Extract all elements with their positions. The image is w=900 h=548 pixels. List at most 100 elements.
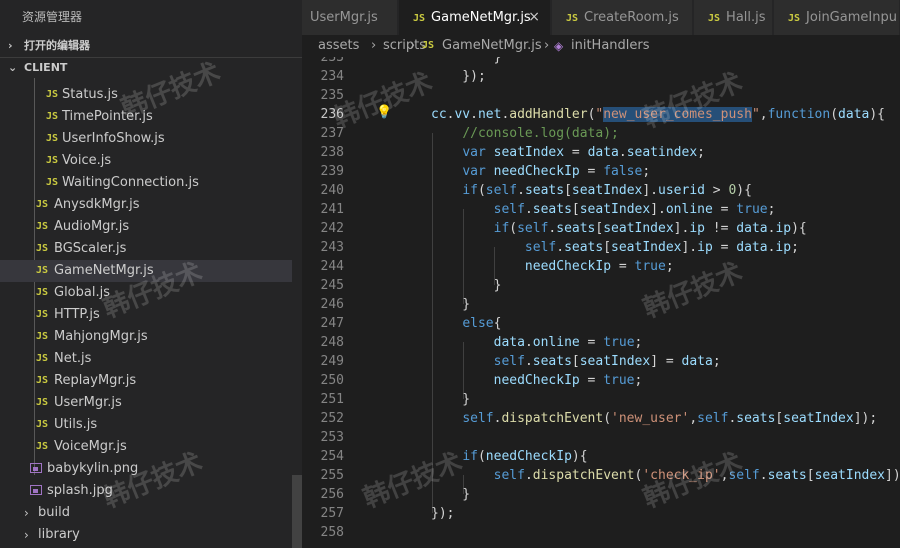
file-name: BGScaler.js (54, 241, 127, 256)
file-name: GameNetMgr.js (54, 263, 154, 278)
method-cube-icon: ◈ (554, 39, 564, 53)
file-name: Net.js (54, 351, 92, 366)
js-file-icon: JS (46, 155, 59, 166)
explorer-title: 资源管理器 (22, 10, 83, 24)
code-line[interactable]: //console.log(data); (431, 124, 619, 143)
explorer-sidebar: 资源管理器 › 打开的编辑器 ⌄ CLIENT JS Status.js JS Tim… (0, 0, 302, 548)
js-file-icon: JS (413, 13, 426, 24)
chevron-down-icon: ⌄ (8, 61, 18, 74)
sidebar-item-anysdkmgr-js[interactable]: JS AnysdkMgr.js (0, 194, 292, 216)
project-label: CLIENT (24, 61, 68, 74)
sidebar-item-build[interactable]: › build (0, 502, 292, 524)
sidebar-item-audiomgr-js[interactable]: JS AudioMgr.js (0, 216, 292, 238)
sidebar-item-voice-js[interactable]: JS Voice.js (0, 150, 292, 172)
js-file-icon: JS (36, 397, 49, 408)
code-line[interactable]: self.seats[seatIndex].ip = data.ip; (431, 238, 799, 257)
code-line[interactable]: } (431, 390, 470, 409)
code-line[interactable]: }); (431, 504, 454, 523)
breadcrumb-assets[interactable]: assets (318, 35, 359, 57)
code-area[interactable]: } }); cc.vv.net.addHandler("new_user_come… (302, 57, 900, 548)
sidebar-item-timepointer-js[interactable]: JS TimePointer.js (0, 106, 292, 128)
sidebar-item-replaymgr-js[interactable]: JS ReplayMgr.js (0, 370, 292, 392)
file-name: ReplayMgr.js (54, 373, 137, 388)
js-file-icon: JS (36, 221, 49, 232)
file-name: MahjongMgr.js (54, 329, 148, 344)
code-line[interactable]: cc.vv.net.addHandler("new_user_comes_pus… (431, 105, 885, 124)
chevron-right-icon: › (24, 528, 29, 542)
js-file-icon: JS (36, 243, 49, 254)
tab-hall-js[interactable]: JS Hall.js (694, 0, 773, 35)
code-line[interactable]: data.online = true; (431, 333, 643, 352)
open-editors-section[interactable]: › 打开的编辑器 (0, 35, 302, 57)
sidebar-item-gamenetmgr-js[interactable]: JS GameNetMgr.js (0, 260, 292, 282)
sidebar-item-net-js[interactable]: JS Net.js (0, 348, 292, 370)
js-file-icon: JS (46, 177, 59, 188)
file-name: library (38, 527, 80, 542)
code-line[interactable]: var seatIndex = data.seatindex; (431, 143, 705, 162)
code-line[interactable]: self.dispatchEvent('check_ip',self.seats… (431, 466, 900, 485)
code-line[interactable]: } (431, 485, 470, 504)
code-line[interactable]: if(self.seats[seatIndex].userid > 0){ (431, 181, 752, 200)
code-line[interactable]: needCheckIp = true; (431, 257, 674, 276)
sidebar-item-waitingconnection-js[interactable]: JS WaitingConnection.js (0, 172, 292, 194)
tab-label: CreateRoom.js (584, 10, 679, 25)
breadcrumb-file[interactable]: GameNetMgr.js (442, 35, 542, 57)
code-line[interactable]: needCheckIp = true; (431, 371, 643, 390)
sidebar-item-library[interactable]: › library (0, 524, 292, 546)
sidebar-item-http-js[interactable]: JS HTTP.js (0, 304, 292, 326)
code-line[interactable]: self.seats[seatIndex] = data; (431, 352, 721, 371)
file-name: splash.jpg (47, 483, 113, 498)
code-line[interactable]: if(needCheckIp){ (431, 447, 587, 466)
code-line[interactable]: if(self.seats[seatIndex].ip != data.ip){ (431, 219, 807, 238)
js-file-icon: JS (36, 441, 49, 452)
js-file-icon: JS (46, 89, 59, 100)
sidebar-item-utils-js[interactable]: JS Utils.js (0, 414, 292, 436)
sidebar-item-bgscaler-js[interactable]: JS BGScaler.js (0, 238, 292, 260)
js-file-icon: JS (36, 375, 49, 386)
close-icon[interactable]: × (528, 0, 540, 35)
editor-tabs: UserMgr.js JS GameNetMgr.js × JS CreateRoom.j… (302, 0, 900, 35)
breadcrumb: assets › scripts › JS GameNetMgr.js › ◈ … (302, 35, 900, 57)
breadcrumb-symbol[interactable]: initHandlers (571, 35, 650, 57)
code-line[interactable]: } (431, 276, 502, 295)
tab-joingameinpu[interactable]: JS JoinGameInpu (774, 0, 900, 35)
breadcrumb-separator: › (410, 38, 416, 53)
code-line[interactable]: }); (431, 67, 486, 86)
file-name: Status.js (62, 87, 118, 102)
code-line[interactable]: self.seats[seatIndex].online = true; (431, 200, 776, 219)
code-editor[interactable]: 233 234 235 236 237 238 239 240 241 242 243 244 245 2… (302, 57, 900, 548)
file-name: Voice.js (62, 153, 112, 168)
project-section[interactable]: ⌄ CLIENT (0, 57, 302, 79)
sidebar-item-voicemgr-js[interactable]: JS VoiceMgr.js (0, 436, 292, 458)
code-line[interactable]: else{ (431, 314, 501, 333)
sidebar-item-status-js[interactable]: JS Status.js (0, 84, 292, 106)
sidebar-item-mahjongmgr-js[interactable]: JS MahjongMgr.js (0, 326, 292, 348)
js-file-icon: JS (36, 353, 49, 364)
code-line[interactable]: } (431, 57, 502, 67)
code-line[interactable]: } (431, 295, 470, 314)
sidebar-scrollbar[interactable] (292, 475, 302, 548)
js-file-icon: JS (36, 419, 49, 430)
sidebar-item-userinfoshow-js[interactable]: JS UserInfoShow.js (0, 128, 292, 150)
tab-usermgr-js[interactable]: UserMgr.js (302, 0, 398, 35)
code-line[interactable]: self.dispatchEvent('new_user',self.seats… (431, 409, 877, 428)
chevron-right-icon: › (24, 506, 29, 520)
sidebar-item-global-js[interactable]: JS Global.js (0, 282, 292, 304)
sidebar-item-babykylin-png[interactable]: babykylin.png (0, 458, 292, 480)
tab-createroom-js[interactable]: JS CreateRoom.js (552, 0, 693, 35)
breadcrumb-scripts[interactable]: scripts (383, 35, 426, 57)
code-line[interactable]: var needCheckIp = false; (431, 162, 650, 181)
sidebar-item-splash-jpg[interactable]: splash.jpg (0, 480, 292, 502)
tab-gamenetmgr-js[interactable]: JS GameNetMgr.js × (399, 0, 551, 35)
tab-label: UserMgr.js (310, 10, 378, 25)
sidebar-item-usermgr-js[interactable]: JS UserMgr.js (0, 392, 292, 414)
chevron-right-icon: › (8, 39, 13, 52)
open-editors-label: 打开的编辑器 (24, 39, 90, 52)
tab-label: Hall.js (726, 10, 766, 25)
file-name: WaitingConnection.js (62, 175, 199, 190)
file-name: UserInfoShow.js (62, 131, 165, 146)
file-name: babykylin.png (47, 461, 139, 476)
file-name: Global.js (54, 285, 110, 300)
file-name: TimePointer.js (62, 109, 153, 124)
js-file-icon: JS (46, 133, 59, 144)
